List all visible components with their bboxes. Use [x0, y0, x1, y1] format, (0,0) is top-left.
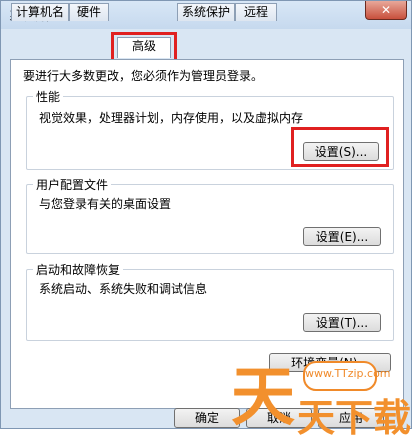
watermark-char-2: 天: [297, 396, 336, 440]
startup-settings-button[interactable]: 设置(T)...: [303, 313, 381, 332]
performance-title: 性能: [33, 88, 64, 105]
admin-note: 要进行大多数更改，您必须作为管理员登录。: [23, 69, 264, 83]
startup-title: 启动和故障恢复: [33, 261, 124, 278]
tab-advanced[interactable]: 高级: [117, 37, 171, 58]
profiles-title: 用户配置文件: [33, 176, 112, 193]
startup-desc: 系统启动、系统失败和调试信息: [39, 282, 208, 296]
close-icon: ✕: [380, 3, 392, 17]
profiles-settings-button[interactable]: 设置(E)...: [303, 227, 381, 246]
tab-system-protection[interactable]: 系统保护: [177, 3, 235, 21]
close-button[interactable]: ✕: [365, 1, 407, 20]
highlight-performance-settings: [291, 127, 389, 167]
tab-hardware[interactable]: 硬件: [69, 3, 109, 21]
performance-desc: 视觉效果，处理器计划，内存使用，以及虚拟内存: [39, 111, 304, 125]
tab-remote[interactable]: 远程: [235, 3, 277, 21]
tab-computer-name[interactable]: 计算机名: [11, 3, 69, 21]
profiles-desc: 与您登录有关的桌面设置: [39, 197, 172, 211]
watermark-char-3: 下: [335, 396, 374, 440]
system-properties-window: 系统属性 ✕ 计算机名 硬件 高级 系统保护 远程 要进行大多数更改，您必须作为…: [0, 0, 412, 440]
watermark-char-4: 载: [373, 396, 412, 440]
watermark-logo-char-1: 天: [231, 361, 295, 435]
